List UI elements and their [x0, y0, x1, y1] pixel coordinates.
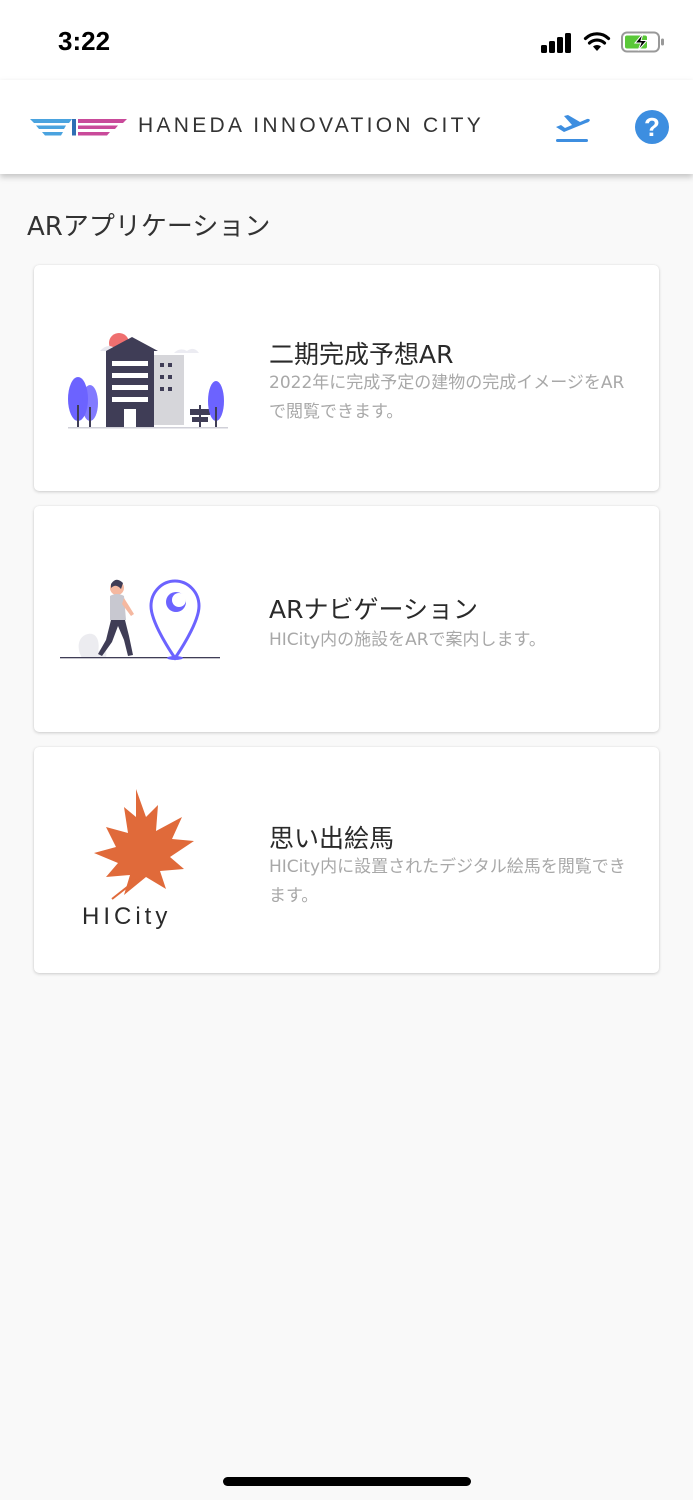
- page-title: ARアプリケーション: [27, 212, 271, 242]
- building-illustration-icon: [68, 333, 228, 429]
- card-title: ARナビゲーション: [269, 595, 478, 624]
- hicity-logo-text: HICity: [82, 903, 172, 930]
- status-bar: 3:22: [0, 0, 693, 80]
- card-title: 二期完成予想AR: [269, 340, 454, 369]
- card-phase2-ar[interactable]: 二期完成予想AR 2022年に完成予定の建物の完成イメージをARで閲覧できます。: [34, 265, 659, 491]
- battery-charging-icon: [621, 31, 664, 53]
- card-title: 思い出絵馬: [269, 824, 395, 853]
- airplane-takeoff-icon: [556, 115, 590, 142]
- home-indicator[interactable]: [223, 1477, 471, 1486]
- help-button[interactable]: ?: [635, 110, 669, 144]
- wifi-icon: [583, 32, 611, 51]
- card-ar-navigation[interactable]: ARナビゲーション HICity内の施設をARで案内します。: [34, 506, 659, 732]
- flight-button[interactable]: [552, 110, 592, 146]
- brand-name: HANEDA INNOVATION CITY: [138, 114, 485, 137]
- card-description: HICity内に設置されたデジタル絵馬を閲覧できます。: [269, 857, 626, 906]
- status-icons: [541, 28, 665, 56]
- app-header: HANEDA INNOVATION CITY ?: [0, 80, 693, 174]
- signal-icon: [541, 31, 573, 53]
- card-description: HICity内の施設をARで案内します。: [269, 630, 546, 650]
- brand-logo-icon: [30, 119, 127, 136]
- question-icon: ?: [644, 112, 660, 142]
- card-memory-ema[interactable]: HICity 思い出絵馬 HICity内に設置されたデジタル絵馬を閲覧できます。: [34, 747, 659, 973]
- walking-navigation-illustration-icon: [60, 579, 220, 661]
- card-description: 2022年に完成予定の建物の完成イメージをARで閲覧できます。: [269, 373, 625, 422]
- status-time: 3:22: [58, 26, 111, 56]
